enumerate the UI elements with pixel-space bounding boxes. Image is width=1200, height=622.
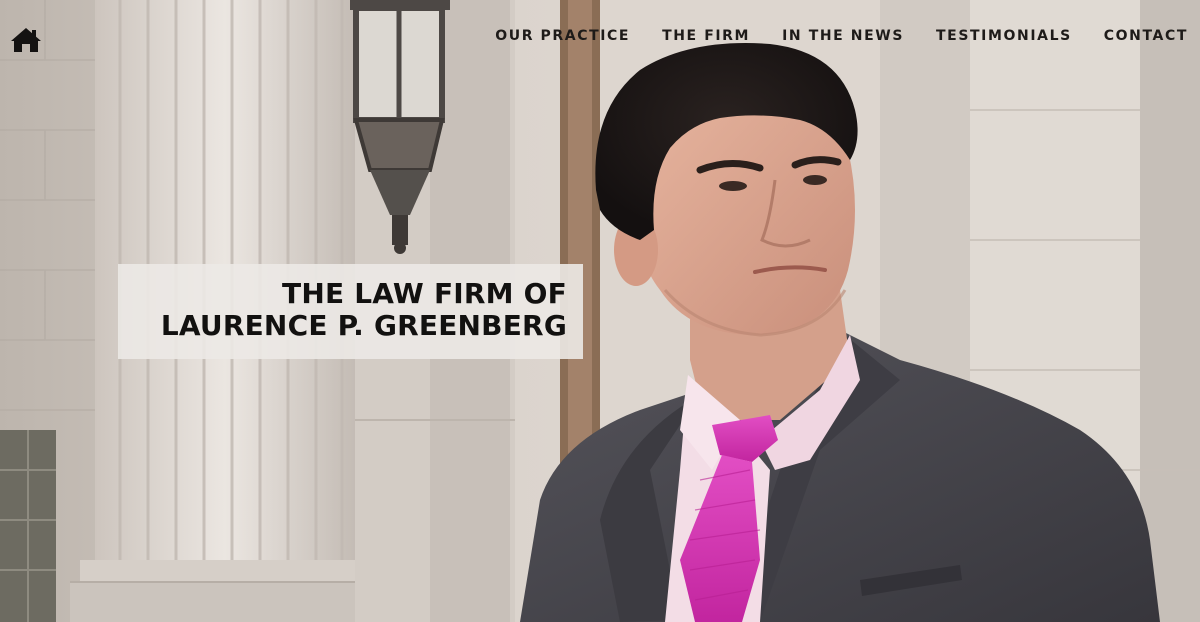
nav-our-practice[interactable]: OUR PRACTICE bbox=[495, 27, 630, 45]
page: OUR PRACTICE THE FIRM IN THE NEWS TESTIM… bbox=[0, 0, 1200, 622]
hero-title-box: THE LAW FIRM OF LAURENCE P. GREENBERG bbox=[118, 264, 583, 359]
nav-contact[interactable]: CONTACT bbox=[1104, 27, 1188, 45]
nav-the-firm[interactable]: THE FIRM bbox=[662, 27, 750, 45]
hero-title-line-1: THE LAW FIRM OF bbox=[282, 277, 567, 310]
main-nav: OUR PRACTICE THE FIRM IN THE NEWS TESTIM… bbox=[463, 27, 1188, 45]
hero-title-line-2: LAURENCE P. GREENBERG bbox=[160, 309, 567, 342]
nav-testimonials[interactable]: TESTIMONIALS bbox=[936, 27, 1072, 45]
nav-in-the-news[interactable]: IN THE NEWS bbox=[782, 27, 904, 45]
home-icon[interactable] bbox=[10, 26, 42, 54]
